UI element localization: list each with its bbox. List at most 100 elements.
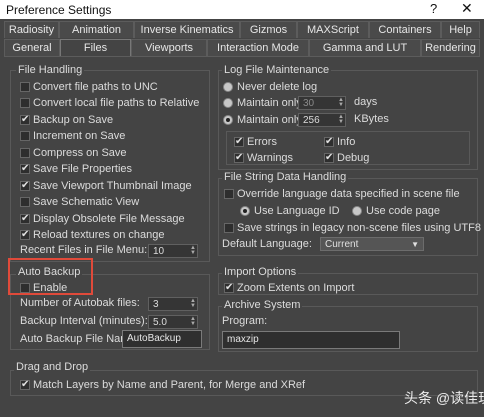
debug-checkbox[interactable] [324, 151, 334, 165]
convert-unc-checkbox[interactable] [20, 82, 30, 92]
backup-interval-label: Backup Interval (minutes): [20, 315, 148, 327]
checkbox-label: Save Viewport Thumbnail Image [33, 180, 192, 192]
default-language-dropdown[interactable]: Current ▼ [320, 237, 424, 251]
maintain-days-radio[interactable] [223, 98, 233, 108]
days-spinner[interactable]: 30 ▲ ▼ [298, 96, 346, 110]
maintain-kb-radio[interactable] [223, 115, 233, 125]
tab-viewports[interactable]: Viewports [131, 39, 207, 56]
save-schematic-view-checkbox[interactable] [20, 197, 30, 207]
backup-name-label: Auto Backup File Name: [20, 333, 139, 345]
tab-radiosity[interactable]: Radiosity [4, 21, 59, 38]
checkbox-label: Convert file paths to UNC [33, 81, 158, 93]
warnings-checkbox[interactable] [234, 151, 244, 165]
spinner-arrows-icon[interactable]: ▲ ▼ [338, 114, 344, 125]
save-strings-utf8-checkbox[interactable] [224, 223, 234, 233]
checkbox-label: Info [337, 136, 356, 148]
spinner-arrows-icon[interactable]: ▲ ▼ [338, 97, 344, 108]
checkbox-label: Compress on Save [33, 147, 127, 159]
backup-interval-spinner[interactable]: 5.0 ▲ ▼ [148, 315, 198, 329]
checkbox-label: Debug [337, 152, 370, 164]
backup-name-input[interactable]: AutoBackup [122, 330, 202, 348]
reload-textures-checkbox[interactable] [20, 228, 30, 242]
checkbox-label: Backup on Save [33, 114, 114, 126]
kb-unit: KBytes [354, 113, 389, 125]
checkbox-label: Save File Properties [33, 163, 133, 175]
autobak-count-label: Number of Autobak files: [20, 297, 140, 309]
checkbox-label: Match Layers by Name and Parent, for Mer… [33, 379, 306, 391]
autobak-count-value: 3 [153, 299, 159, 310]
program-input[interactable]: maxzip [222, 331, 400, 349]
spinner-arrows-icon[interactable]: ▲ ▼ [190, 316, 196, 327]
checkbox-label: Errors [247, 136, 277, 148]
checkbox-label: Increment on Save [33, 130, 126, 142]
file-handling-title: File Handling [16, 64, 85, 76]
tab-maxscript[interactable]: MAXScript [297, 21, 369, 38]
checkbox-label: Convert local file paths to Relative [33, 97, 200, 109]
days-value: 30 [303, 98, 315, 109]
watermark: 头条 @读佳玩 [404, 390, 484, 406]
chevron-down-icon: ▼ [411, 240, 419, 249]
checkbox-label: Display Obsolete File Message [33, 213, 185, 225]
backup-on-save-checkbox[interactable] [20, 113, 30, 127]
recent-files-label: Recent Files in File Menu: [20, 244, 148, 256]
program-label: Program: [222, 315, 268, 327]
tab-general[interactable]: General [4, 39, 60, 56]
kb-value: 256 [303, 115, 320, 126]
tab-gizmos[interactable]: Gizmos [240, 21, 297, 38]
match-layers-checkbox[interactable] [20, 378, 30, 392]
window-title: Preference Settings [6, 3, 112, 17]
radio-label: Maintain only [237, 114, 302, 126]
import-options-title: Import Options [222, 266, 299, 278]
checkbox-label: Override language data specified in scen… [237, 188, 460, 200]
compress-on-save-checkbox[interactable] [20, 148, 30, 158]
tab-rendering[interactable]: Rendering [421, 39, 480, 56]
recent-files-spinner[interactable]: 10 ▲ ▼ [148, 244, 198, 258]
display-obsolete-checkbox[interactable] [20, 212, 30, 226]
zoom-extents-checkbox[interactable] [224, 281, 234, 295]
tab-animation[interactable]: Animation [59, 21, 134, 38]
checkbox-label: Warnings [247, 152, 294, 164]
tab-containers[interactable]: Containers [369, 21, 441, 38]
title-bar: Preference Settings ? ✕ [0, 0, 484, 19]
autobak-count-spinner[interactable]: 3 ▲ ▼ [148, 297, 198, 311]
tab-row-2: General Files Viewports Interaction Mode… [0, 39, 484, 57]
checkbox-label: Save strings in legacy non-scene files u… [237, 222, 481, 234]
kb-spinner[interactable]: 256 ▲ ▼ [298, 113, 346, 127]
spinner-arrows-icon[interactable]: ▲ ▼ [190, 298, 196, 309]
file-string-title: File String Data Handling [222, 171, 349, 183]
tab-help[interactable]: Help [441, 21, 480, 38]
highlight-box [8, 258, 93, 295]
tab-inverse-kinematics[interactable]: Inverse Kinematics [134, 21, 240, 38]
checkbox-label: Zoom Extents on Import [237, 282, 355, 294]
spinner-arrows-icon[interactable]: ▲ ▼ [190, 245, 196, 256]
tab-row-1: Radiosity Animation Inverse Kinematics G… [0, 21, 484, 39]
default-language-value: Current [325, 239, 359, 250]
convert-relative-checkbox[interactable] [20, 98, 30, 108]
increment-on-save-checkbox[interactable] [20, 131, 30, 141]
errors-checkbox[interactable] [234, 135, 244, 149]
days-unit: days [354, 96, 378, 108]
tab-interaction-mode[interactable]: Interaction Mode [207, 39, 309, 56]
help-icon[interactable]: ? [430, 1, 437, 16]
backup-interval-value: 5.0 [153, 317, 167, 328]
default-language-label: Default Language: [222, 238, 312, 250]
archive-system-title: Archive System [222, 299, 303, 311]
tab-files[interactable]: Files [60, 39, 131, 57]
drag-drop-title: Drag and Drop [14, 361, 91, 373]
checkbox-label: Reload textures on change [33, 229, 165, 241]
radio-label: Use code page [366, 205, 440, 217]
info-checkbox[interactable] [324, 135, 334, 149]
recent-files-value: 10 [153, 246, 165, 257]
use-code-page-radio[interactable] [352, 206, 362, 216]
close-icon[interactable]: ✕ [461, 0, 473, 17]
save-viewport-thumbnail-checkbox[interactable] [20, 179, 30, 193]
radio-label: Use Language ID [254, 205, 340, 217]
save-file-properties-checkbox[interactable] [20, 162, 30, 176]
radio-label: Maintain only [237, 97, 302, 109]
tab-gamma-and-lut[interactable]: Gamma and LUT [309, 39, 421, 56]
use-language-id-radio[interactable] [240, 206, 250, 216]
never-delete-radio[interactable] [223, 82, 233, 92]
override-language-checkbox[interactable] [224, 189, 234, 199]
checkbox-label: Save Schematic View [33, 196, 140, 208]
log-file-title: Log File Maintenance [222, 64, 332, 76]
